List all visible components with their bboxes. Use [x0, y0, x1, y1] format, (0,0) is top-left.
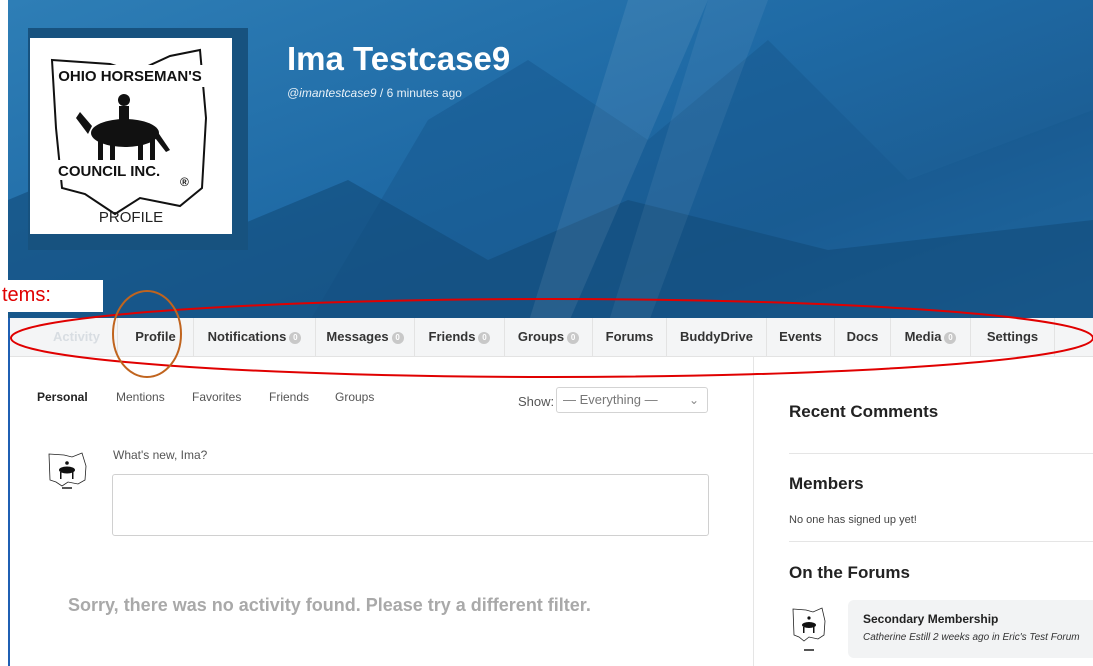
count-badge: 0 [289, 331, 302, 344]
filter-value: — Everything — [563, 392, 658, 407]
whats-new-textarea[interactable] [112, 474, 709, 536]
subnav-mentions[interactable]: Mentions [116, 390, 165, 404]
whats-new-label: What's new, Ima? [113, 448, 208, 462]
profile-name: Ima Testcase9 [287, 40, 511, 77]
forum-post-meta: Catherine Estill 2 weeks ago in Eric's T… [863, 632, 1080, 643]
subnav-groups[interactable]: Groups [335, 390, 374, 404]
recent-comments-heading: Recent Comments [789, 402, 939, 421]
count-badge: 0 [478, 331, 491, 344]
tab-label: Forums [605, 329, 654, 344]
tab-label: BuddyDrive [680, 329, 753, 344]
svg-text:OHIO HORSEMAN'S: OHIO HORSEMAN'S [58, 68, 202, 85]
tab-label: Notifications [207, 329, 287, 344]
tab-events[interactable]: Events [767, 318, 835, 356]
count-badge: 0 [391, 331, 404, 344]
tab-media[interactable]: Media 0 [891, 318, 971, 356]
last-active: / 6 minutes ago [376, 86, 462, 100]
tab-activity[interactable]: Activity [36, 318, 118, 356]
tab-settings[interactable]: Settings [971, 318, 1055, 356]
members-empty-text: No one has signed up yet! [789, 514, 917, 526]
count-badge: 0 [567, 331, 580, 344]
divider [789, 541, 1093, 542]
forum-post-card[interactable] [848, 600, 1093, 658]
tab-label: Docs [846, 329, 879, 344]
tab-docs[interactable]: Docs [835, 318, 891, 356]
svg-text:®: ® [180, 175, 189, 189]
tab-buddydrive[interactable]: BuddyDrive [667, 318, 767, 356]
tab-label: Friends [428, 329, 476, 344]
forum-post-title[interactable]: Secondary Membership [863, 612, 998, 626]
subnav-friends[interactable]: Friends [269, 390, 309, 404]
activity-filter-select[interactable]: — Everything — ⌄ [556, 387, 708, 413]
tab-label: Groups [517, 329, 565, 344]
divider [789, 453, 1093, 454]
chevron-down-icon: ⌄ [688, 393, 699, 407]
user-avatar-small[interactable] [44, 450, 90, 492]
tab-groups[interactable]: Groups 0 [505, 318, 593, 356]
annotation-label: tems: [0, 280, 103, 312]
sidebar-divider [753, 357, 754, 666]
subnav-personal[interactable]: Personal [37, 390, 88, 404]
profile-nav: Activity Profile Notifications 0 Messages… [10, 318, 1093, 357]
tab-label: Settings [986, 329, 1039, 344]
tab-profile[interactable]: Profile [118, 318, 194, 356]
forums-heading: On the Forums [789, 563, 910, 582]
content-border [8, 318, 10, 666]
members-heading: Members [789, 474, 864, 493]
tab-label: Profile [135, 329, 176, 344]
count-badge: 0 [944, 331, 957, 344]
ohio-logo: OHIO HORSEMAN'S COUNCIL INC. ® PROFILE [50, 48, 208, 226]
profile-handle: @imantestcase9 [287, 86, 377, 100]
tab-label: Events [779, 329, 822, 344]
show-filter-label: Show: [518, 394, 555, 409]
tab-forums[interactable]: Forums [593, 318, 667, 356]
empty-activity-message: Sorry, there was no activity found. Plea… [68, 595, 591, 615]
svg-text:COUNCIL INC.: COUNCIL INC. [58, 163, 160, 180]
tab-notifications[interactable]: Notifications 0 [194, 318, 316, 356]
tab-label: Messages [326, 329, 389, 344]
subnav-favorites[interactable]: Favorites [192, 390, 241, 404]
tab-messages[interactable]: Messages 0 [316, 318, 415, 356]
tab-label: Media [904, 329, 942, 344]
forum-author-avatar[interactable] [789, 603, 829, 659]
profile-meta: @imantestcase9 / 6 minutes ago [287, 86, 462, 100]
svg-text:PROFILE: PROFILE [99, 209, 163, 226]
tab-label: Activity [53, 329, 100, 344]
tab-friends[interactable]: Friends 0 [415, 318, 505, 356]
profile-avatar[interactable]: OHIO HORSEMAN'S COUNCIL INC. ® PROFILE [30, 38, 232, 234]
